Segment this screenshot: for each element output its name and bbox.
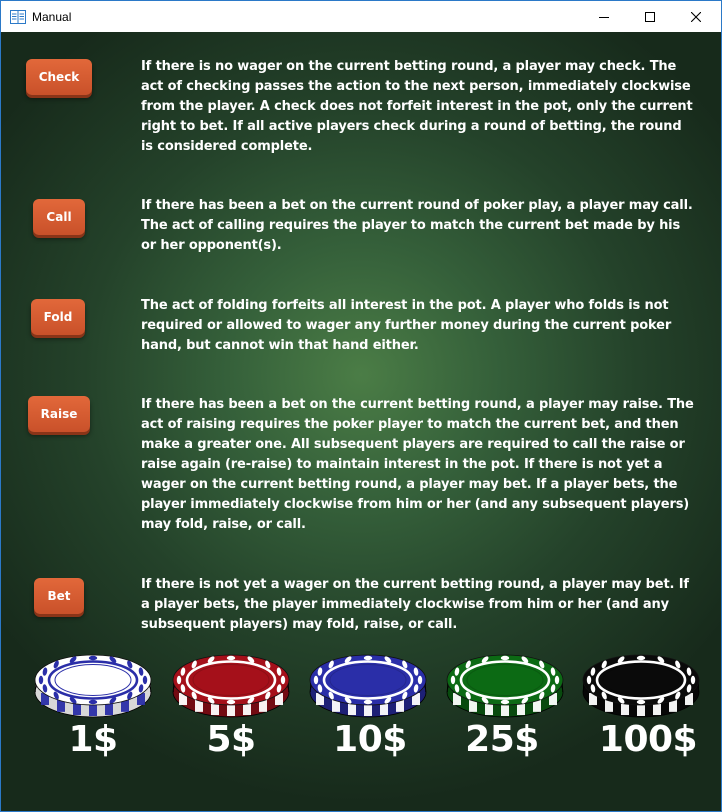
- bet-description: If there is not yet a wager on the curre…: [141, 577, 689, 632]
- chip-value-5: 5$: [206, 719, 256, 760]
- raise-description: If there has been a bet on the current b…: [141, 397, 694, 532]
- minimize-icon: [599, 16, 609, 18]
- close-icon: [691, 11, 701, 22]
- fold-button-label: Fold: [43, 310, 73, 324]
- call-button-label: Call: [46, 210, 72, 224]
- fold-description: The act of folding forfeits all interest…: [141, 298, 672, 353]
- call-description: If there has been a bet on the current r…: [141, 198, 693, 253]
- chip-value-10: 10$: [333, 719, 407, 760]
- chip-value-100: 100$: [598, 719, 698, 760]
- call-button[interactable]: Call: [33, 199, 85, 235]
- raise-button-label: Raise: [40, 407, 78, 421]
- bet-button-label: Bet: [47, 589, 71, 603]
- check-description: If there is no wager on the current bett…: [141, 59, 693, 154]
- close-button[interactable]: [673, 1, 719, 32]
- minimize-button[interactable]: [581, 1, 627, 32]
- fold-button[interactable]: Fold: [31, 299, 85, 335]
- book-icon: [10, 9, 26, 24]
- check-button-label: Check: [38, 70, 80, 84]
- maximize-icon: [645, 11, 655, 22]
- manual-window: Manual Check If there is no wager on the…: [0, 0, 722, 812]
- window-title: Manual: [32, 9, 72, 24]
- check-button[interactable]: Check: [26, 59, 92, 95]
- chip-value-25: 25$: [465, 719, 539, 760]
- maximize-button[interactable]: [627, 1, 673, 32]
- chip-value-1: 1$: [68, 719, 118, 760]
- bet-button[interactable]: Bet: [34, 578, 84, 614]
- title-bar: Manual: [1, 1, 721, 32]
- raise-button[interactable]: Raise: [28, 396, 90, 432]
